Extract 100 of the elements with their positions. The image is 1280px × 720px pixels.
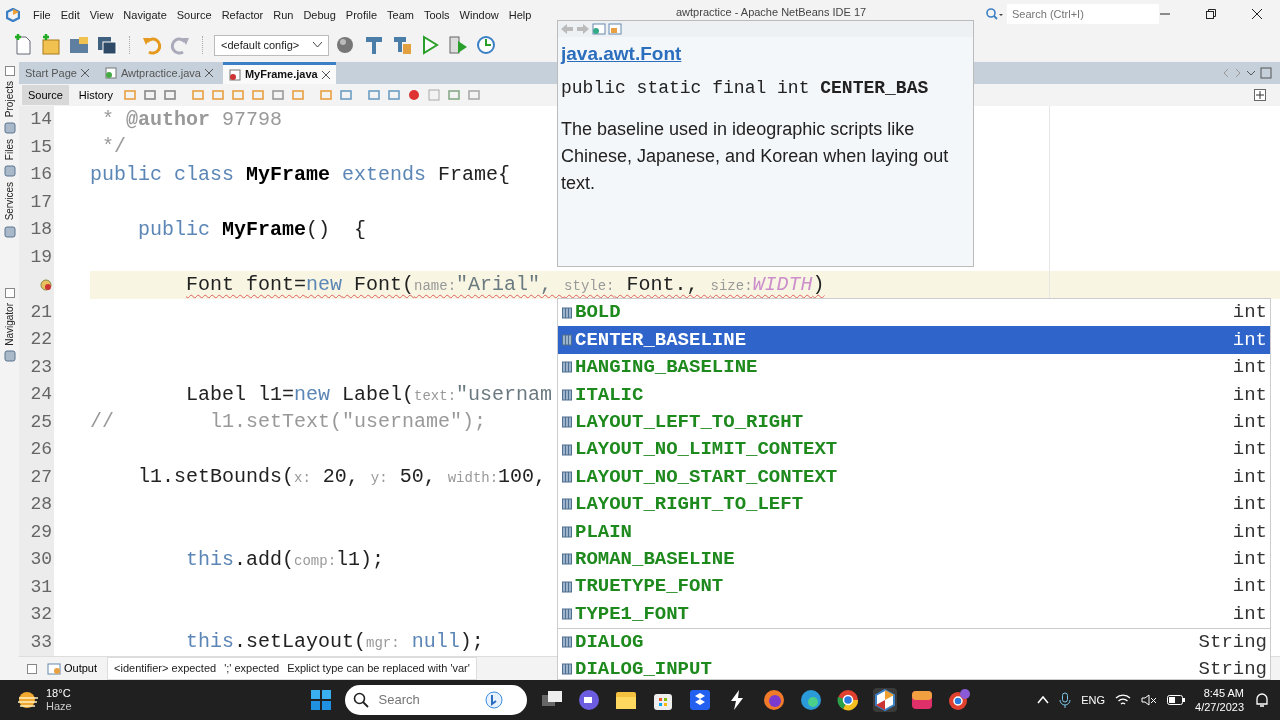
taskbar-search-input[interactable]: Search — [376, 689, 477, 711]
line-number: 22 — [30, 328, 52, 352]
menu-item[interactable]: Run — [268, 6, 299, 24]
weather-icon[interactable] — [16, 690, 40, 710]
view-tab[interactable]: History — [72, 84, 120, 106]
expand-icon[interactable] — [1254, 89, 1266, 101]
completion-item[interactable]: DIALOG String — [558, 627, 1270, 656]
completion-item[interactable]: ITALIC int — [558, 381, 1270, 409]
battery-icon[interactable] — [1167, 695, 1186, 705]
window-icon[interactable] — [4, 66, 15, 76]
close-icon[interactable] — [1252, 9, 1262, 19]
round-browser-badge-icon[interactable] — [946, 688, 971, 712]
menu-item[interactable]: Tools — [418, 6, 455, 24]
cloud-app-icon[interactable] — [909, 688, 934, 712]
code-line: this.setLayout(mgr: null); — [186, 629, 484, 656]
hexagon-app-icon[interactable] — [872, 688, 897, 712]
language-indicator[interactable]: ENG — [1081, 691, 1106, 709]
line-number: 27 — [30, 465, 52, 489]
output-tab[interactable]: Output — [43, 660, 102, 677]
code-line: Font font=new Font(name:"Arial", style: Font., size:WIDTH) — [186, 271, 825, 298]
save-all-icon[interactable] — [96, 34, 118, 56]
menu-item[interactable]: View — [84, 6, 119, 24]
field-icon — [562, 525, 572, 538]
menu-item[interactable]: Refactor — [216, 6, 269, 24]
completion-item[interactable]: TYPE1_FONT int — [558, 600, 1270, 628]
line-number: 25 — [30, 410, 52, 434]
chat-icon[interactable] — [576, 688, 601, 712]
completion-item[interactable]: BOLD int — [558, 299, 1270, 327]
field-icon — [562, 334, 572, 347]
doc-title-link[interactable]: java.awt.Font — [558, 37, 685, 69]
clean-build-icon[interactable] — [391, 34, 413, 56]
side-tab[interactable]: Services — [2, 182, 17, 221]
completion-item[interactable]: PLAIN int — [558, 518, 1270, 546]
netbeans-logo-icon — [6, 8, 20, 22]
menu-item[interactable]: Window — [454, 6, 504, 24]
start-icon[interactable] — [309, 689, 332, 711]
microphone-icon[interactable] — [1059, 692, 1072, 708]
hammer-icon[interactable] — [363, 34, 385, 56]
window-icon[interactable] — [4, 287, 15, 298]
completion-item[interactable]: LAYOUT_NO_START_CONTEXT int — [558, 463, 1270, 491]
menu-item[interactable]: File — [28, 6, 56, 24]
browser-icon[interactable] — [592, 23, 606, 35]
status-message: ';' expected — [224, 661, 280, 677]
config-dropdown[interactable]: <default config> — [214, 34, 329, 56]
menu-item[interactable]: Team — [382, 6, 419, 24]
error-bulb-icon[interactable] — [40, 278, 52, 291]
line-number: 21 — [30, 300, 52, 324]
panel-icon — [3, 122, 16, 135]
java-file-icon — [105, 67, 117, 79]
new-project-icon[interactable] — [40, 34, 62, 56]
wave-browser-icon[interactable] — [798, 688, 823, 712]
record-icon[interactable] — [407, 88, 422, 102]
side-tab[interactable]: Files — [2, 139, 17, 161]
debug-icon[interactable] — [447, 34, 469, 56]
side-tab[interactable]: Navigator — [2, 302, 17, 346]
completion-item[interactable]: CENTER_BASELINE int — [558, 326, 1270, 354]
completion-item[interactable]: ROMAN_BASELINE int — [558, 545, 1270, 573]
restore-icon[interactable] — [1206, 9, 1216, 19]
side-tab[interactable]: Projects — [2, 81, 17, 118]
editor-tab[interactable]: MyFrame.java — [222, 62, 336, 84]
source-icon[interactable] — [608, 23, 622, 35]
code-line: */ — [102, 134, 126, 161]
dropbox-icon[interactable] — [687, 688, 712, 712]
menu-item[interactable]: Debug — [298, 6, 341, 24]
field-icon — [562, 553, 572, 566]
close-icon[interactable] — [321, 70, 330, 79]
completion-item[interactable]: TRUETYPE_FONT int — [558, 572, 1270, 601]
speaker-muted-icon[interactable] — [1141, 693, 1158, 707]
menu-item[interactable]: Edit — [55, 6, 85, 24]
line-number: 26 — [30, 438, 52, 462]
open-folder-icon[interactable] — [68, 34, 90, 56]
search-field[interactable]: Search (Ctrl+I) — [1007, 4, 1159, 24]
chevron-up-icon[interactable] — [1037, 694, 1050, 706]
menu-item[interactable]: Source — [171, 6, 217, 24]
clock-date[interactable]: 4/27/2023 — [1195, 700, 1244, 714]
completion-item[interactable]: HANGING_BASELINE int — [558, 353, 1270, 382]
clock-time[interactable]: 8:45 AM — [1195, 686, 1244, 700]
code-line: public class MyFrame extends Frame{ — [90, 161, 511, 188]
line-number: 15 — [30, 135, 52, 159]
editor-tab[interactable]: Awtpractice.java — [99, 62, 219, 84]
round-browser-icon[interactable] — [835, 688, 860, 712]
notification-icon[interactable] — [1254, 692, 1270, 708]
status-message: <identifier> expected — [114, 661, 217, 677]
completion-item[interactable]: LAYOUT_NO_LIMIT_CONTEXT int — [558, 435, 1270, 464]
completion-item[interactable]: LAYOUT_RIGHT_TO_LEFT int — [558, 490, 1270, 519]
profile-icon[interactable] — [475, 34, 497, 56]
menu-item[interactable]: Help — [503, 6, 537, 24]
taskbar-search-field[interactable]: Search — [344, 685, 527, 715]
completion-item[interactable]: DIALOG_INPUT String — [558, 655, 1270, 679]
menu-item[interactable]: Profile — [340, 6, 382, 24]
fox-browser-icon[interactable] — [761, 688, 786, 712]
completion-item[interactable]: LAYOUT_LEFT_TO_RIGHT int — [558, 408, 1270, 436]
view-tab[interactable]: Source — [22, 84, 69, 106]
field-icon — [562, 416, 572, 429]
wifi-icon[interactable] — [1115, 693, 1132, 707]
menu-item[interactable]: Navigate — [118, 6, 172, 24]
line-number: 14 — [30, 108, 52, 132]
new-file-icon[interactable] — [12, 34, 34, 56]
window-icon[interactable] — [27, 663, 37, 674]
editor-tab[interactable]: Start Page — [19, 62, 95, 84]
